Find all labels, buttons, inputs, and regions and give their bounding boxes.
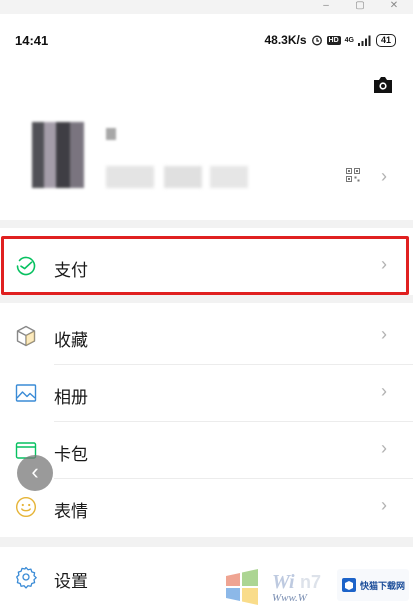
section-divider — [0, 220, 413, 228]
menu-item-album[interactable]: 相册 › — [0, 365, 413, 422]
account-id-blurred — [106, 166, 248, 188]
status-time: 14:41 — [15, 33, 49, 48]
back-arrow-icon[interactable]: ‹ — [17, 455, 53, 491]
camera-icon[interactable] — [372, 76, 394, 94]
menu-item-favorites[interactable]: 收藏 › — [0, 308, 413, 365]
network-speed: 48.3K/s — [264, 33, 307, 47]
profile-header[interactable]: › — [0, 100, 413, 220]
chevron-right-icon: › — [381, 495, 387, 515]
status-indicators: 48.3K/s HD 4G 41 — [264, 33, 396, 47]
hd-badge: HD — [326, 35, 341, 45]
chevron-right-icon: › — [381, 166, 387, 186]
watermark-left-text: Www.W — [272, 592, 307, 604]
menu-label-settings: 设置 — [54, 572, 88, 591]
watermark-right-text: 快猫下载网 — [360, 580, 406, 591]
menu-item-cards[interactable]: 卡包 › — [0, 422, 413, 479]
svg-text:n7: n7 — [300, 572, 321, 592]
alarm-icon — [311, 35, 322, 46]
menu-label-favorites: 收藏 — [54, 331, 88, 350]
chevron-right-icon: › — [381, 438, 387, 458]
menu-label-album: 相册 — [54, 388, 88, 407]
close-icon[interactable]: ✕ — [382, 0, 406, 14]
window-titlebar: – ▢ ✕ — [0, 0, 413, 14]
avatar[interactable] — [32, 122, 84, 188]
svg-text:Wi: Wi — [272, 571, 295, 593]
menu-item-stickers[interactable]: 表情 › — [0, 479, 413, 536]
minimize-icon[interactable]: – — [314, 0, 338, 14]
chevron-right-icon: › — [381, 324, 387, 344]
watermark-right: 快猫下载网 — [337, 569, 409, 601]
menu-label-cards: 卡包 — [54, 445, 88, 464]
gear-icon — [16, 566, 37, 589]
network-type: 4G — [344, 36, 354, 44]
section-divider — [0, 295, 413, 303]
box-logo-icon — [342, 578, 356, 592]
highlight-frame — [1, 236, 409, 295]
maximize-icon[interactable]: ▢ — [348, 0, 372, 14]
signal-icon — [357, 35, 371, 46]
cube-icon — [16, 325, 36, 347]
qr-code-icon[interactable] — [346, 168, 360, 182]
battery-level: 41 — [375, 33, 396, 47]
status-bar: 14:41 48.3K/s HD 4G 41 — [0, 14, 413, 64]
nickname-blurred — [106, 128, 116, 140]
smiley-icon — [15, 496, 37, 518]
photo-album-icon — [15, 384, 37, 402]
chevron-right-icon: › — [381, 381, 387, 401]
section-divider — [0, 537, 413, 547]
menu-label-stickers: 表情 — [54, 502, 88, 521]
